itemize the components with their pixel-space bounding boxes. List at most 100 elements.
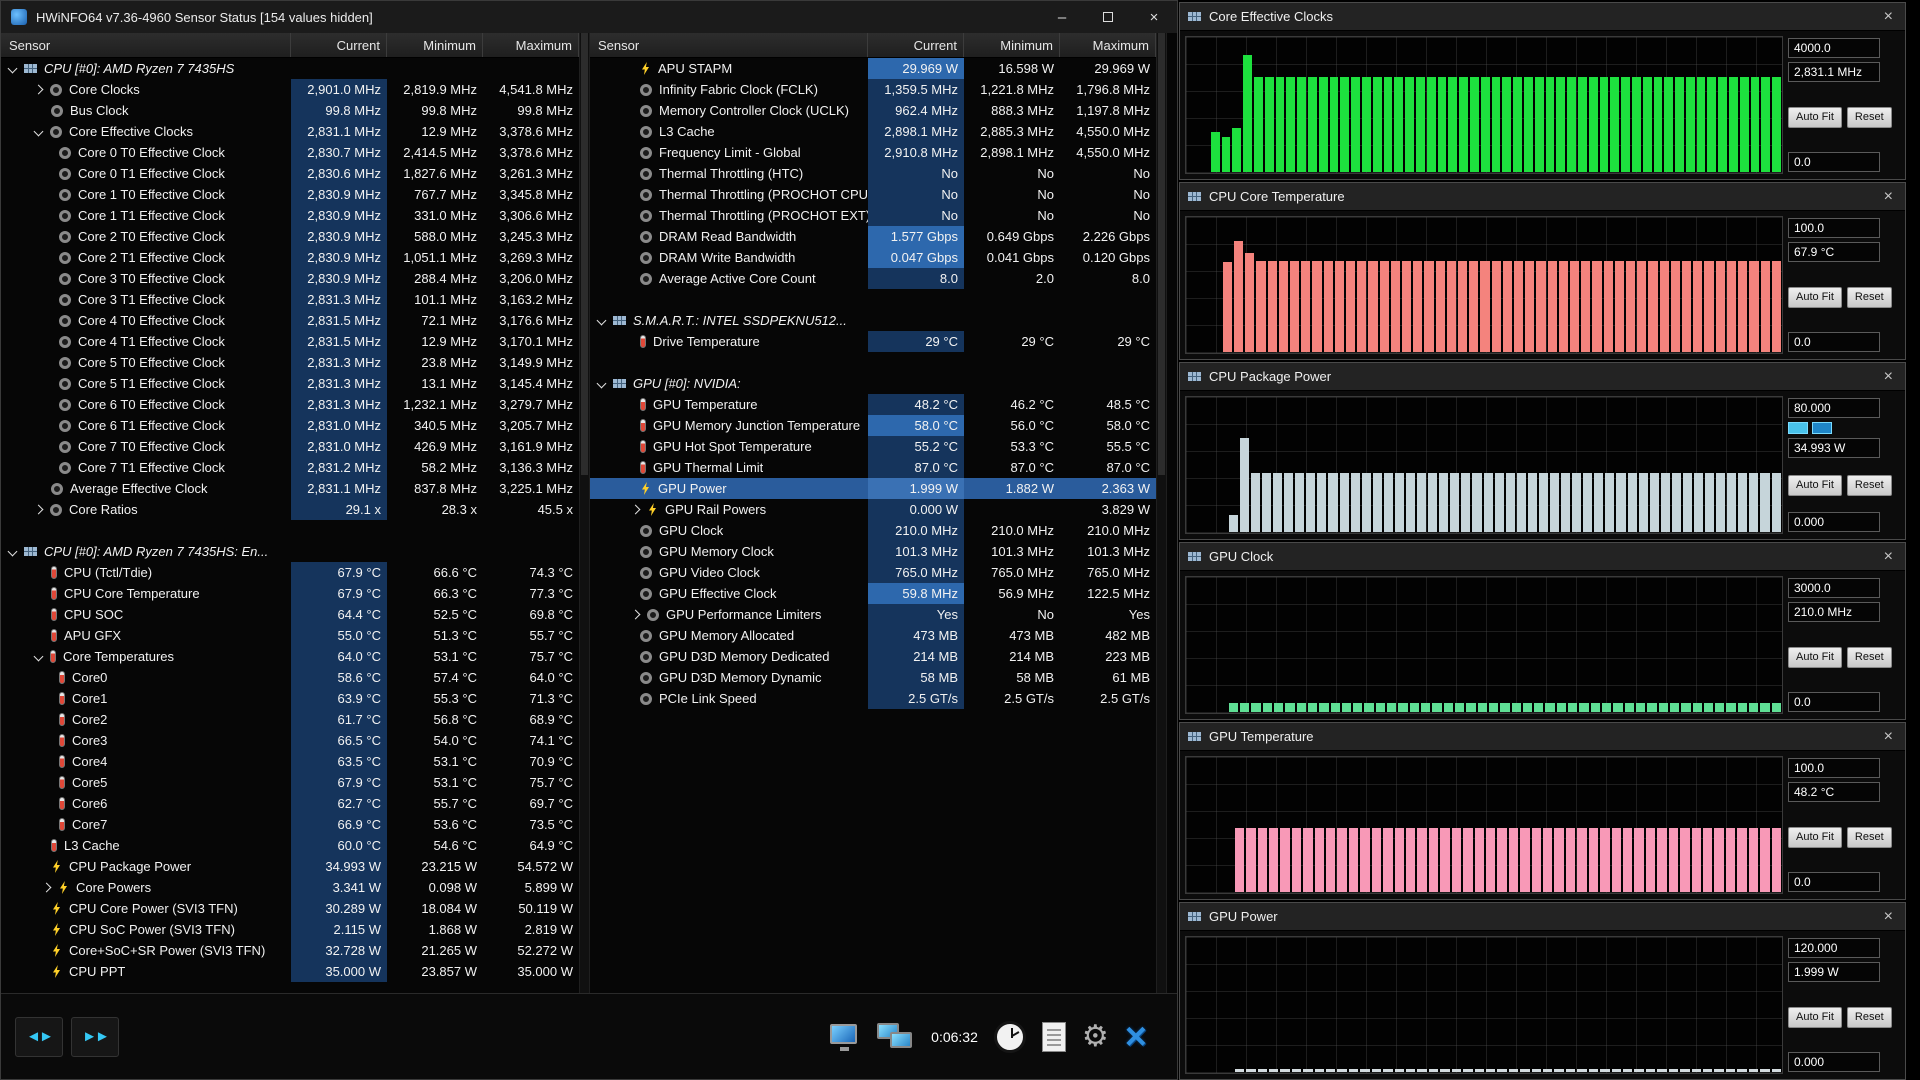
sensor-row[interactable]: APU STAPM29.969 W16.598 W29.969 W [590, 58, 1156, 79]
sensor-row[interactable]: Core 3 T1 Effective Clock2,831.3 MHz101.… [1, 289, 579, 310]
sensor-row[interactable]: Core 0 T1 Effective Clock2,830.6 MHz1,82… [1, 163, 579, 184]
swap-columns-button[interactable]: ◄► [15, 1017, 63, 1057]
sensor-row[interactable]: Bus Clock99.8 MHz99.8 MHz99.8 MHz [1, 100, 579, 121]
col-header-current[interactable]: Current [291, 33, 387, 57]
sensor-row[interactable]: GPU Memory Junction Temperature58.0 °C56… [590, 415, 1156, 436]
sensor-row[interactable]: Thermal Throttling (HTC)NoNoNo [590, 163, 1156, 184]
sensor-row[interactable]: CPU Package Power34.993 W23.215 W54.572 … [1, 856, 579, 877]
sensor-row[interactable]: Memory Controller Clock (UCLK)962.4 MHz8… [590, 100, 1156, 121]
sensor-row[interactable]: Core 1 T0 Effective Clock2,830.9 MHz767.… [1, 184, 579, 205]
sensor-row[interactable]: CPU Core Power (SVI3 TFN)30.289 W18.084 … [1, 898, 579, 919]
sensor-row[interactable]: Core 6 T0 Effective Clock2,831.3 MHz1,23… [1, 394, 579, 415]
sensor-row[interactable]: Core261.7 °C56.8 °C68.9 °C [1, 709, 579, 730]
sensor-row[interactable]: GPU Performance LimitersYesNoYes [590, 604, 1156, 625]
sensor-row[interactable]: GPU Temperature48.2 °C46.2 °C48.5 °C [590, 394, 1156, 415]
sensor-row[interactable]: Core058.6 °C57.4 °C64.0 °C [1, 667, 579, 688]
graph-close-button[interactable]: × [1880, 908, 1897, 926]
col-header-sensor[interactable]: Sensor [1, 33, 291, 57]
sensor-row[interactable]: L3 Cache60.0 °C54.6 °C64.9 °C [1, 835, 579, 856]
graph-titlebar[interactable]: GPU Clock× [1180, 543, 1905, 571]
reset-button[interactable]: Reset [1847, 287, 1892, 308]
scale-min-field[interactable]: 0.0 [1788, 692, 1880, 712]
sensor-row[interactable]: Core Powers3.341 W0.098 W5.899 W [1, 877, 579, 898]
col-header-maximum[interactable]: Maximum [1060, 33, 1156, 57]
sensor-row[interactable]: GPU D3D Memory Dynamic58 MB58 MB61 MB [590, 667, 1156, 688]
sensor-row[interactable]: CPU PPT35.000 W23.857 W35.000 W [1, 961, 579, 982]
graph-close-button[interactable]: × [1880, 188, 1897, 206]
scale-min-field[interactable]: 0.000 [1788, 512, 1880, 532]
sensor-row[interactable]: CPU [#0]: AMD Ryzen 7 7435HS: En... [1, 541, 579, 562]
graph-close-button[interactable]: × [1880, 8, 1897, 26]
sensor-row[interactable]: Core 2 T0 Effective Clock2,830.9 MHz588.… [1, 226, 579, 247]
sensor-row[interactable]: Core 5 T1 Effective Clock2,831.3 MHz13.1… [1, 373, 579, 394]
scrollbar-thumb[interactable] [1158, 33, 1165, 475]
sensor-row[interactable]: Infinity Fabric Clock (FCLK)1,359.5 MHz1… [590, 79, 1156, 100]
sensor-row[interactable]: DRAM Write Bandwidth0.047 Gbps0.041 Gbps… [590, 247, 1156, 268]
expand-arrow[interactable] [42, 883, 52, 893]
sensor-row[interactable]: Core Clocks2,901.0 MHz2,819.9 MHz4,541.8… [1, 79, 579, 100]
scale-max-field[interactable]: 3000.0 [1788, 578, 1880, 598]
sensor-row[interactable]: Core366.5 °C54.0 °C74.1 °C [1, 730, 579, 751]
titlebar[interactable]: HWiNFO64 v7.36-4960 Sensor Status [154 v… [1, 1, 1177, 33]
indicator-square[interactable] [1812, 422, 1832, 434]
right-scrollbar[interactable] [1156, 33, 1167, 993]
scale-max-field[interactable]: 80.000 [1788, 398, 1880, 418]
minimize-button[interactable]: – [1039, 1, 1085, 33]
reset-button[interactable]: Reset [1847, 647, 1892, 668]
left-scrollbar[interactable] [579, 33, 590, 993]
expand-arrow[interactable] [34, 127, 44, 137]
sensor-row[interactable]: GPU Clock210.0 MHz210.0 MHz210.0 MHz [590, 520, 1156, 541]
sensor-row[interactable]: Core Ratios29.1 x28.3 x45.5 x [1, 499, 579, 520]
scale-min-field[interactable]: 0.0 [1788, 152, 1880, 172]
scale-max-field[interactable]: 120.000 [1788, 938, 1880, 958]
sensor-row[interactable]: CPU Core Temperature67.9 °C66.3 °C77.3 °… [1, 583, 579, 604]
sensor-row[interactable]: Core163.9 °C55.3 °C71.3 °C [1, 688, 579, 709]
sensor-row[interactable]: Core 6 T1 Effective Clock2,831.0 MHz340.… [1, 415, 579, 436]
expand-arrow[interactable] [631, 610, 641, 620]
sensor-row[interactable]: CPU SoC Power (SVI3 TFN)2.115 W1.868 W2.… [1, 919, 579, 940]
sensor-row[interactable]: CPU SOC64.4 °C52.5 °C69.8 °C [1, 604, 579, 625]
auto-fit-button[interactable]: Auto Fit [1788, 475, 1842, 496]
sensor-row[interactable]: Thermal Throttling (PROCHOT CPU)NoNoNo [590, 184, 1156, 205]
sensor-row[interactable]: GPU Effective Clock59.8 MHz56.9 MHz122.5… [590, 583, 1156, 604]
maximize-button[interactable] [1085, 1, 1131, 33]
sensor-row[interactable]: GPU Power1.999 W1.882 W2.363 W [590, 478, 1156, 499]
scrollbar-thumb[interactable] [581, 33, 588, 475]
sensor-row[interactable]: Core 5 T0 Effective Clock2,831.3 MHz23.8… [1, 352, 579, 373]
sensor-row[interactable]: Core 4 T0 Effective Clock2,831.5 MHz72.1… [1, 310, 579, 331]
sensor-row[interactable]: Core 1 T1 Effective Clock2,830.9 MHz331.… [1, 205, 579, 226]
sensor-row[interactable]: Core 7 T1 Effective Clock2,831.2 MHz58.2… [1, 457, 579, 478]
remote-monitoring-button[interactable] [827, 1022, 861, 1052]
expand-arrow[interactable] [34, 85, 44, 95]
sensors-display-button[interactable] [877, 1021, 915, 1053]
sensor-row[interactable]: Core 4 T1 Effective Clock2,831.5 MHz12.9… [1, 331, 579, 352]
col-header-minimum[interactable]: Minimum [964, 33, 1060, 57]
fast-forward-button[interactable]: ►► [71, 1017, 119, 1057]
sensor-row[interactable]: GPU Thermal Limit87.0 °C87.0 °C87.0 °C [590, 457, 1156, 478]
sensor-row[interactable]: Core 0 T0 Effective Clock2,830.7 MHz2,41… [1, 142, 579, 163]
graph-titlebar[interactable]: CPU Core Temperature× [1180, 183, 1905, 211]
settings-button[interactable]: ⚙ [1082, 1022, 1109, 1052]
sensor-row[interactable]: Average Effective Clock2,831.1 MHz837.8 … [1, 478, 579, 499]
sensor-row[interactable]: Core Temperatures64.0 °C53.1 °C75.7 °C [1, 646, 579, 667]
expand-arrow[interactable] [34, 652, 44, 662]
sensor-row[interactable]: Drive Temperature29 °C29 °C29 °C [590, 331, 1156, 352]
report-button[interactable] [1042, 1022, 1066, 1052]
sensor-row[interactable]: Average Active Core Count8.02.08.0 [590, 268, 1156, 289]
graph-titlebar[interactable]: GPU Power× [1180, 903, 1905, 931]
scale-max-field[interactable]: 100.0 [1788, 218, 1880, 238]
col-header-sensor[interactable]: Sensor [590, 33, 868, 57]
sensor-row[interactable]: Core766.9 °C53.6 °C73.5 °C [1, 814, 579, 835]
scale-min-field[interactable]: 0.0 [1788, 872, 1880, 892]
sensor-row[interactable]: DRAM Read Bandwidth1.577 Gbps0.649 Gbps2… [590, 226, 1156, 247]
graph-close-button[interactable]: × [1880, 728, 1897, 746]
sensor-row[interactable]: GPU Hot Spot Temperature55.2 °C53.3 °C55… [590, 436, 1156, 457]
sensor-row[interactable]: S.M.A.R.T.: INTEL SSDPEKNU512... [590, 310, 1156, 331]
logging-clock-button[interactable] [994, 1021, 1026, 1053]
scale-max-field[interactable]: 100.0 [1788, 758, 1880, 778]
graph-titlebar[interactable]: CPU Package Power× [1180, 363, 1905, 391]
indicator-square[interactable] [1788, 422, 1808, 434]
sensor-row[interactable]: Core567.9 °C53.1 °C75.7 °C [1, 772, 579, 793]
reset-button[interactable]: Reset [1847, 827, 1892, 848]
graph-titlebar[interactable]: Core Effective Clocks× [1180, 3, 1905, 31]
